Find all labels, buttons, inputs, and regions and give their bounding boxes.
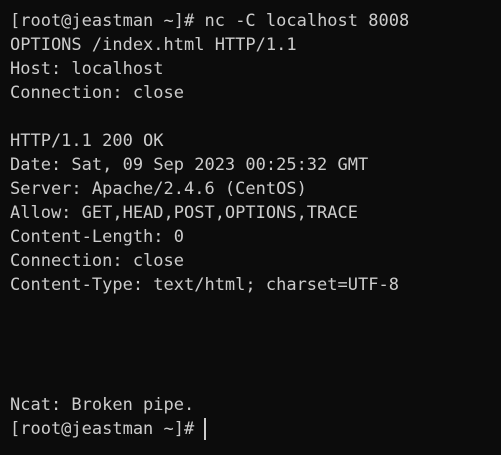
text-cursor [204, 418, 207, 440]
request-header-connection: Connection: close [10, 83, 184, 103]
command-line: [root@jeastman ~]# nc -C localhost 8008 [10, 9, 501, 33]
error-message: Ncat: Broken pipe. [10, 395, 195, 415]
response-header-connection: Connection: close [10, 251, 184, 271]
final-prompt-line[interactable]: [root@jeastman ~]# [10, 417, 501, 441]
request-line: OPTIONS /index.html HTTP/1.1 [10, 35, 297, 55]
command-text: nc -C localhost 8008 [204, 11, 410, 31]
prompt: [root@jeastman ~]# [10, 11, 195, 31]
response-header-date: Date: Sat, 09 Sep 2023 00:25:32 GMT [10, 155, 369, 175]
response-header-allow: Allow: GET,HEAD,POST,OPTIONS,TRACE [10, 203, 358, 223]
final-prompt: [root@jeastman ~]# [10, 419, 195, 439]
response-header-server: Server: Apache/2.4.6 (CentOS) [10, 179, 307, 199]
terminal-window[interactable]: [root@jeastman ~]# nc -C localhost 8008 … [0, 0, 501, 455]
response-header-content-type: Content-Type: text/html; charset=UTF-8 [10, 275, 399, 295]
response-header-content-length: Content-Length: 0 [10, 227, 184, 247]
response-status-line: HTTP/1.1 200 OK [10, 131, 164, 151]
request-header-host: Host: localhost [10, 59, 164, 79]
